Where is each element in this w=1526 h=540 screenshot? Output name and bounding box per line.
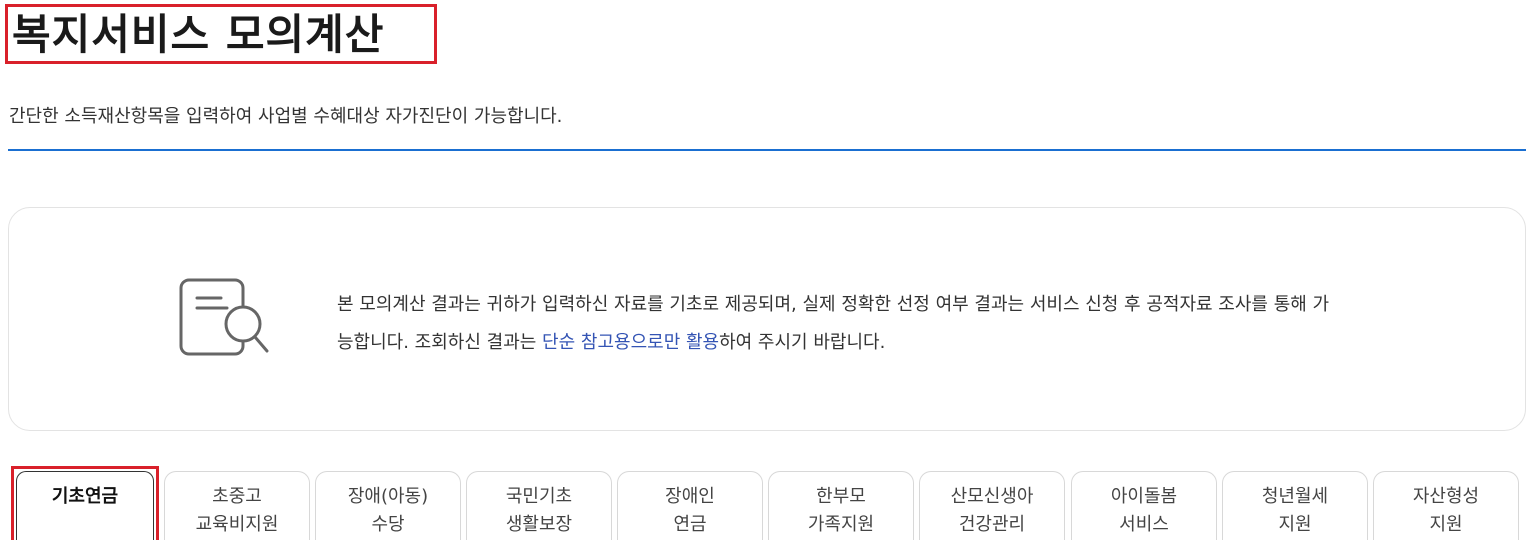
tab-asset-building-support[interactable]: 자산형성 지원 bbox=[1373, 471, 1519, 540]
tab-label: 교육비지원 bbox=[195, 514, 279, 535]
notice-text: 본 모의계산 결과는 귀하가 입력하신 자료를 기초로 제공되며, 실제 정확한… bbox=[337, 286, 1447, 362]
notice-line-2-suffix: 하여 주시기 바랍니다. bbox=[719, 332, 886, 353]
tab-school-education-support[interactable]: 초중고 교육비지원 bbox=[164, 471, 310, 540]
tab-label: 가족지원 bbox=[807, 514, 875, 535]
page-title-highlight: 복지서비스 모의계산 bbox=[5, 4, 437, 64]
tab-single-parent-support[interactable]: 한부모 가족지원 bbox=[768, 471, 914, 540]
tab-label: 장애(아동) bbox=[347, 486, 429, 507]
tab-label: 연금 bbox=[673, 514, 707, 535]
notice-highlight: 단순 참고용으로만 활용 bbox=[542, 332, 720, 353]
tab-label: 산모신생아 bbox=[950, 486, 1034, 507]
tab-label: 자산형성 bbox=[1412, 486, 1480, 507]
notice-line-2-prefix: 능합니다. 조회하신 결과는 bbox=[337, 332, 543, 353]
tab-label: 국민기초 bbox=[505, 486, 573, 507]
tab-label: 건강관리 bbox=[958, 514, 1026, 535]
service-tabs: 기초연금 초중고 교육비지원 장애(아동) 수당 국민기초 생활보장 장애인 연… bbox=[11, 466, 1526, 540]
tab-disability-child-allowance[interactable]: 장애(아동) 수당 bbox=[315, 471, 461, 540]
tab-label: 생활보장 bbox=[505, 514, 573, 535]
tab-youth-rent-support[interactable]: 청년월세 지원 bbox=[1222, 471, 1368, 540]
tab-label: 지원 bbox=[1278, 514, 1312, 535]
tab-basic-livelihood[interactable]: 국민기초 생활보장 bbox=[466, 471, 612, 540]
notice-box: 본 모의계산 결과는 귀하가 입력하신 자료를 기초로 제공되며, 실제 정확한… bbox=[8, 207, 1526, 431]
tab-label: 서비스 bbox=[1119, 514, 1169, 535]
tab-maternal-newborn-care[interactable]: 산모신생아 건강관리 bbox=[919, 471, 1065, 540]
tab-label: 기초연금 bbox=[51, 486, 119, 507]
notice-line-1: 본 모의계산 결과는 귀하가 입력하신 자료를 기초로 제공되며, 실제 정확한… bbox=[337, 294, 1330, 315]
page-subtitle: 간단한 소득재산항목을 입력하여 사업별 수혜대상 자가진단이 가능합니다. bbox=[9, 106, 563, 127]
document-search-icon bbox=[179, 278, 269, 356]
tab-disability-pension[interactable]: 장애인 연금 bbox=[617, 471, 763, 540]
tab-label: 수당 bbox=[371, 514, 405, 535]
tab-label: 한부모 bbox=[816, 486, 866, 507]
tab-label: 장애인 bbox=[665, 486, 715, 507]
header-divider bbox=[8, 149, 1526, 151]
tab-label: 지원 bbox=[1429, 514, 1463, 535]
tab-label: 아이돌봄 bbox=[1110, 486, 1178, 507]
tab-label: 청년월세 bbox=[1261, 486, 1329, 507]
tab-label: 초중고 bbox=[212, 486, 262, 507]
tab-basic-pension[interactable]: 기초연금 bbox=[11, 466, 159, 540]
tab-child-care-service[interactable]: 아이돌봄 서비스 bbox=[1071, 471, 1217, 540]
page-title: 복지서비스 모의계산 bbox=[12, 10, 385, 59]
